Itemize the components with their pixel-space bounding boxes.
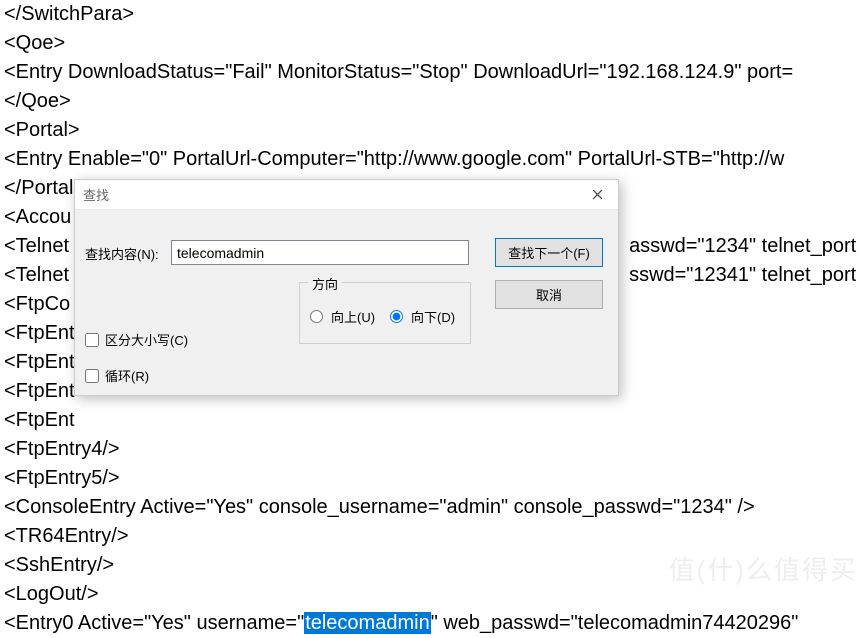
close-icon[interactable]	[576, 181, 618, 209]
dialog-title: 查找	[83, 185, 109, 204]
code-line: <Entry0 Active="Yes" username="telecomad…	[4, 609, 866, 638]
radio-up[interactable]: 向上(U)	[310, 307, 375, 326]
find-dialog: 查找 查找内容(N): 查找下一个(F) 取消 方向 向上(U) 向下(D) 区…	[74, 179, 619, 396]
code-line: <Entry Enable="0" PortalUrl-Computer="ht…	[4, 145, 866, 174]
direction-group: 方向 向上(U) 向下(D)	[299, 282, 471, 344]
find-input[interactable]	[171, 240, 469, 265]
code-line: <FtpEnt	[4, 406, 866, 435]
cancel-button[interactable]: 取消	[495, 280, 603, 309]
code-line: <FtpEntry4/>	[4, 435, 866, 464]
code-line: <LogOut/>	[4, 580, 866, 609]
dialog-titlebar[interactable]: 查找	[75, 180, 618, 210]
find-next-button[interactable]: 查找下一个(F)	[495, 238, 603, 267]
code-line: </SwitchPara>	[4, 0, 866, 29]
code-line: <SshEntry/>	[4, 551, 866, 580]
code-line: <Portal>	[4, 116, 866, 145]
radio-down[interactable]: 向下(D)	[390, 307, 455, 326]
checkbox-wrap-around-input[interactable]	[85, 369, 99, 383]
code-line: <Qoe>	[4, 29, 866, 58]
find-label: 查找内容(N):	[85, 244, 159, 263]
checkbox-match-case-input[interactable]	[85, 333, 99, 347]
code-line: <Entry DownloadStatus="Fail" MonitorStat…	[4, 58, 866, 87]
code-line: <FtpEntry5/>	[4, 464, 866, 493]
code-line: <ConsoleEntry Active="Yes" console_usern…	[4, 493, 866, 522]
direction-label: 方向	[308, 274, 342, 293]
code-line: <TR64Entry/>	[4, 522, 866, 551]
radio-up-input[interactable]	[310, 310, 323, 323]
code-line: </Qoe>	[4, 87, 866, 116]
radio-down-input[interactable]	[390, 310, 403, 323]
checkbox-match-case[interactable]: 区分大小写(C)	[85, 330, 188, 349]
checkbox-wrap-around[interactable]: 循环(R)	[85, 366, 149, 385]
search-highlight: telecomadmin	[304, 612, 431, 634]
